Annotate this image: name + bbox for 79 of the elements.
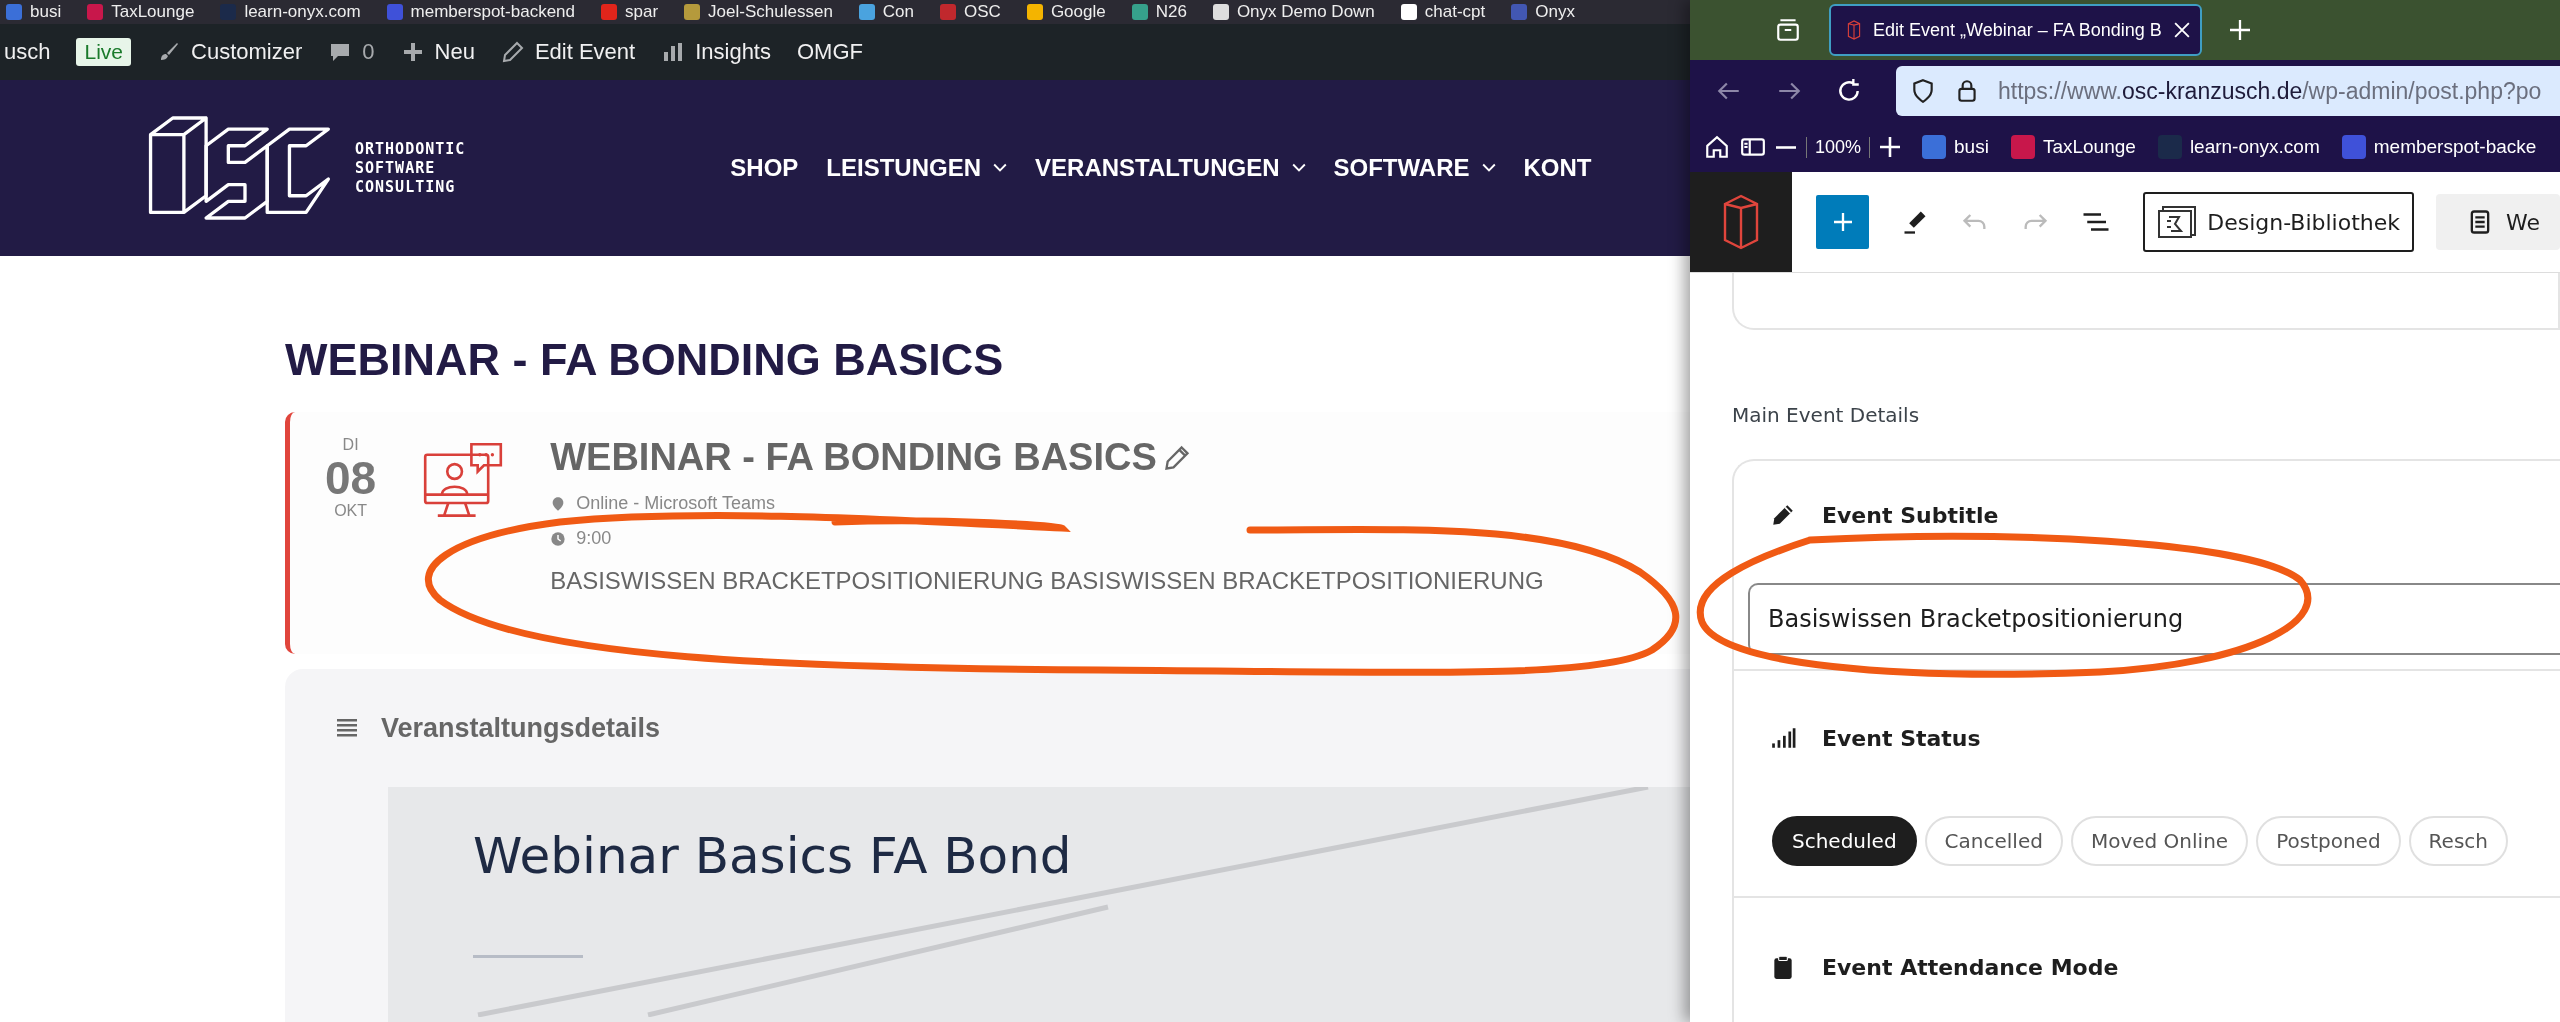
bookmark-link[interactable]: learn-onyx.com xyxy=(220,2,361,22)
tab-title: Edit Event „Webinar – FA Bonding B xyxy=(1873,19,2162,41)
status-option[interactable]: Scheduled xyxy=(1772,816,1917,866)
zoom-level[interactable]: 100% xyxy=(1806,136,1871,158)
bookmark-link[interactable]: memberspot-backe xyxy=(2341,135,2537,159)
status-option[interactable]: Postponed xyxy=(2256,816,2401,866)
pencil-icon xyxy=(500,40,525,64)
field-label: Event Attendance Mode xyxy=(1822,954,2119,980)
browser-tab[interactable]: Edit Event „Webinar – FA Bonding B xyxy=(1829,4,2202,56)
pencil-icon xyxy=(1770,502,1796,528)
admin-menu-item[interactable]: Neu xyxy=(434,39,475,65)
subtitle-field[interactable]: Basiswissen Bracketpositionierung xyxy=(1748,583,2560,655)
bookmark-link[interactable]: TaxLounge xyxy=(87,2,195,22)
tab-overview-icon xyxy=(1775,17,1801,43)
bookmark-link[interactable]: TaxLounge xyxy=(2010,135,2136,159)
nav-link[interactable]: SHOP xyxy=(730,154,799,182)
plus-icon xyxy=(1833,213,1852,231)
bookmark-link[interactable]: Google xyxy=(1026,2,1106,22)
bookmark-link[interactable]: chat-cpt xyxy=(1400,2,1486,22)
status-option[interactable]: Resch xyxy=(2408,816,2508,866)
logo-text: ORTHODONTIC xyxy=(355,139,466,159)
library-icon xyxy=(2157,205,2198,239)
home-icon xyxy=(1704,134,1730,160)
new-tab-icon xyxy=(2229,20,2250,40)
comment-count[interactable]: 0 xyxy=(362,39,375,65)
logo-text: CONSULTING xyxy=(355,177,457,197)
pencil-icon xyxy=(1162,443,1191,472)
minus-icon xyxy=(1776,145,1796,149)
section-title: Main Event Details xyxy=(1732,403,1921,427)
page-title: WEBINAR - FA BONDING BASICS xyxy=(285,334,1005,386)
status-option[interactable]: Moved Online xyxy=(2070,816,2249,866)
add-block-button[interactable] xyxy=(1816,195,1870,249)
reload-icon xyxy=(1836,78,1862,104)
bookmark-link[interactable]: Con xyxy=(858,2,915,22)
admin-menu-item[interactable]: Customizer xyxy=(191,39,303,65)
admin-menu-item[interactable]: Insights xyxy=(695,39,771,65)
bookmark-link[interactable]: busi xyxy=(6,2,62,22)
event-location: Online - Microsoft Teams xyxy=(576,493,775,514)
signal-bars-icon xyxy=(1770,725,1796,751)
design-library-button[interactable]: Design-Bibliothek xyxy=(2143,192,2414,252)
event-title[interactable]: WEBINAR - FA BONDING BASICS xyxy=(550,436,1157,479)
url-text: https://www.osc-kranzusch.de/wp-admin/post.php?po xyxy=(1998,77,2542,105)
box-logo-icon xyxy=(1847,19,1861,41)
event-subtitle: BASISWISSEN BRACKETPOSITIONIERUNG BASISWISSEN BRACKETPOSITIONIERUNG xyxy=(550,567,1544,595)
bookmark-link[interactable]: Joel-Schulessen xyxy=(684,2,833,22)
plus-icon xyxy=(1880,137,1901,157)
bookmark-link[interactable]: spar xyxy=(601,2,659,22)
bookmark-link[interactable]: learn-onyx.com xyxy=(2157,135,2320,159)
banner-title: Webinar Basics FA Bond xyxy=(473,827,1073,885)
event-time: 9:00 xyxy=(576,528,612,549)
day-number: 08 xyxy=(325,454,377,502)
bookmark-link[interactable]: memberspot-backend xyxy=(386,2,575,22)
field-label: Event Status xyxy=(1822,725,1981,751)
document-button[interactable]: We xyxy=(2436,194,2560,250)
clock-icon xyxy=(550,530,567,547)
admin-menu-item[interactable]: usch xyxy=(4,39,51,65)
address-field[interactable]: https://www.osc-kranzusch.de/wp-admin/post.php?po xyxy=(1896,66,2560,116)
shield-icon xyxy=(1910,78,1936,104)
list-icon xyxy=(335,716,359,740)
month-label: OKT xyxy=(334,502,368,520)
bookmark-link[interactable]: OSC xyxy=(940,2,1001,22)
nav-link[interactable]: SOFTWARE xyxy=(1333,154,1496,182)
site-logo-tile[interactable] xyxy=(1690,172,1792,272)
live-badge: Live xyxy=(76,38,131,66)
admin-menu-item[interactable]: OMGF xyxy=(797,39,863,65)
bookmark-link[interactable]: Onyx xyxy=(1511,2,1575,22)
nav-link[interactable]: LEISTUNGEN xyxy=(826,154,1008,182)
bookmark-link[interactable]: N26 xyxy=(1131,2,1187,22)
logo-text: SOFTWARE xyxy=(355,158,437,178)
weekday-label: DI xyxy=(342,436,359,454)
status-option[interactable]: Cancelled xyxy=(1924,816,2063,866)
nav-link[interactable]: VERANSTALTUNGEN xyxy=(1035,154,1306,182)
nav-link[interactable]: KONT xyxy=(1523,154,1592,182)
section-heading: Veranstaltungsdetails xyxy=(381,712,661,744)
bookmark-link[interactable]: Onyx Demo Down xyxy=(1212,2,1375,22)
bookmark-link[interactable]: busi xyxy=(1922,135,1989,159)
admin-menu-item[interactable]: Edit Event xyxy=(534,39,636,65)
field-label: Event Subtitle xyxy=(1822,502,1999,528)
close-icon xyxy=(2173,22,2190,38)
